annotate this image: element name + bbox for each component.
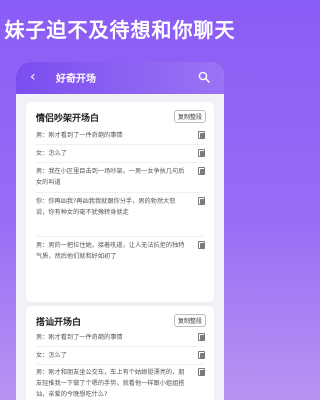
script-card-couple-quarrel: 情侣吵架开场白 复制整段 男：刚才看到了一件奇葩的事情 女：怎么了 男：我在小区… [26, 102, 214, 302]
dialogue-line: 男：刚才和朋友坐公交车，车上有个姑娘挺漂亮的，朋友轻推我一下做了个嗯的手势，就看… [36, 367, 208, 400]
dialogue-line: 女：怎么了 [36, 148, 208, 159]
dialogue-line: 女：怎么了 [36, 350, 208, 361]
divider [36, 192, 204, 193]
copy-icon[interactable] [198, 368, 206, 377]
dialogue-text: 男：刚才看到了一件奇葩的事情 [36, 132, 123, 139]
dialogue-text: 男：我在小区里目击到一场吵架。一男一女争执几句后女的叫道 [36, 168, 185, 186]
back-icon[interactable]: ‹ [30, 69, 36, 85]
headline: 妹子迫不及待想和你聊天 [4, 18, 236, 42]
copy-icon[interactable] [198, 197, 206, 206]
copy-icon[interactable] [198, 131, 206, 140]
divider [36, 236, 204, 237]
dialogue-line: 男：男的一把拉住她，接着吼道，让人无法抗拒的独特气质，然后他们就和好如初了 [36, 240, 208, 262]
divider [36, 162, 204, 163]
dialogue-text: 男：男的一把拉住她，接着吼道，让人无法抗拒的独特气质，然后他们就和好如初了 [36, 242, 185, 260]
copy-all-button[interactable]: 复制整段 [173, 110, 206, 123]
dialogue-text: 女：怎么了 [36, 150, 67, 157]
dialogue-line: 男：刚才看到了一件奇葩的事情 [36, 332, 208, 343]
dialogue-text: 男：刚才看到了一件奇葩的事情 [36, 334, 123, 341]
phone-screen: ‹ 好奇开场 情侣吵架开场白 复制整段 男：刚才看到了一件奇葩的事情 女：怎么了… [16, 62, 224, 400]
dialogue-text: 男：刚才和朋友坐公交车，车上有个姑娘挺漂亮的，朋友轻推我一下做了个嗯的手势，就看… [36, 369, 185, 398]
dialogue-line: 男：我在小区里目击到一场吵架。一男一女争执几句后女的叫道 [36, 166, 208, 188]
card-title: 搭讪开场白 [36, 318, 82, 328]
copy-icon[interactable] [198, 351, 206, 360]
nav-title: 好奇开场 [56, 74, 96, 85]
divider [36, 364, 204, 365]
card-title: 情侣吵架开场白 [36, 114, 100, 124]
copy-all-button[interactable]: 复制整段 [173, 314, 206, 327]
divider [36, 144, 204, 145]
nav-bar: ‹ 好奇开场 [16, 62, 224, 94]
dialogue-text: 女：怎么了 [36, 352, 67, 359]
divider [36, 346, 204, 347]
dialogue-text: 你：你再凶我?再凶我我就跟你分手，男的勃然大怒说，你有种女的毫不犹豫转身就走 [36, 198, 176, 216]
script-card-pickup: 搭讪开场白 复制整段 男：刚才看到了一件奇葩的事情 女：怎么了 男：刚才和朋友坐… [26, 306, 214, 400]
dialogue-line: 你：你再凶我?再凶我我就跟你分手，男的勃然大怒说，你有种女的毫不犹豫转身就走 [36, 196, 208, 218]
copy-icon[interactable] [198, 149, 206, 158]
copy-icon[interactable] [198, 241, 206, 250]
copy-icon[interactable] [198, 333, 206, 342]
search-icon[interactable] [198, 71, 210, 83]
copy-icon[interactable] [198, 167, 206, 176]
dialogue-line: 男：刚才看到了一件奇葩的事情 [36, 130, 208, 141]
